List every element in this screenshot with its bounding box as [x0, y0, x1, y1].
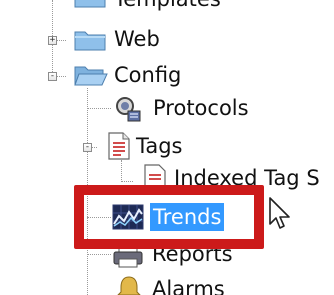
tree-item-label: Web	[114, 27, 160, 51]
highlight-annotation	[74, 185, 264, 249]
tree-item-label: Config	[114, 63, 182, 87]
tree-view[interactable]: Templates + Web - Config Protocols -	[0, 0, 334, 295]
collapse-toggle[interactable]: -	[83, 143, 92, 152]
tree-item-label: Alarms	[152, 277, 225, 295]
expand-toggle[interactable]: +	[48, 36, 57, 45]
protocols-icon	[116, 97, 141, 122]
tree-item-label: Templates	[114, 0, 221, 13]
folder-open-icon	[74, 66, 108, 86]
folder-icon	[74, 0, 106, 8]
folder-icon	[74, 31, 106, 51]
tree-connector	[121, 160, 122, 182]
collapse-toggle[interactable]: -	[48, 72, 57, 81]
tags-icon	[108, 132, 130, 160]
tree-item-label: Protocols	[153, 96, 249, 120]
tree-connector	[121, 181, 133, 182]
tree-connector	[87, 108, 111, 109]
tree-item-label: Tags	[136, 134, 183, 158]
alarms-icon	[117, 276, 141, 295]
mouse-cursor-icon	[269, 197, 290, 229]
tree-connector	[87, 254, 111, 255]
